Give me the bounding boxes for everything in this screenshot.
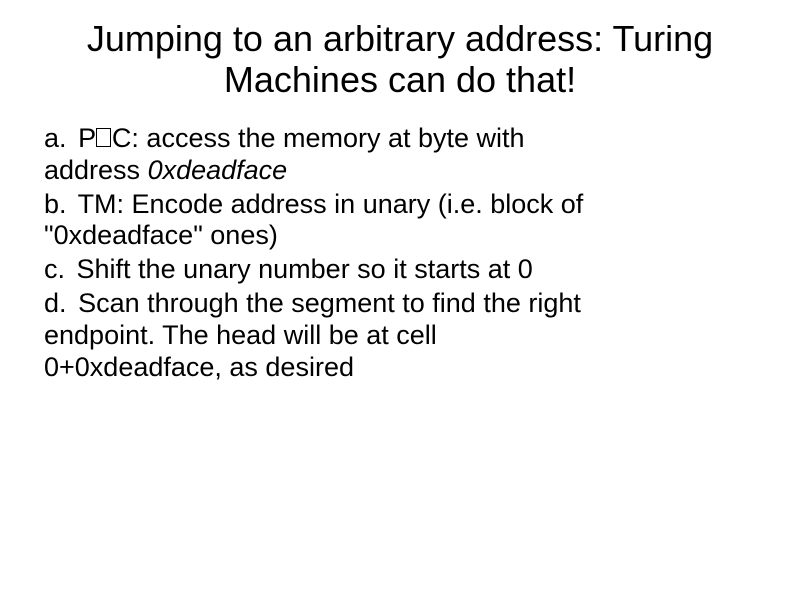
slide-body: P C: access the memory at byte with addre… (24, 123, 776, 386)
slide-title: Jumping to an arbitrary address: Turing … (24, 18, 776, 101)
ordered-list: P C: access the memory at byte with addre… (24, 123, 776, 386)
text-fragment: C: access the memory at byte with (112, 123, 525, 153)
slide: Jumping to an arbitrary address: Turing … (0, 0, 800, 600)
list-item: TM: Encode address in unary (i.e. block … (44, 189, 776, 255)
list-item-text: TM: Encode address in unary (i.e. block … (78, 189, 584, 219)
list-item-text: "0xdeadface" ones) (44, 220, 776, 252)
list-item: Shift the unary number so it starts at 0 (44, 254, 776, 288)
list-item-text: P C: access the memory at byte with (78, 123, 525, 153)
list-item: Scan through the segment to find the rig… (44, 288, 776, 386)
list-item-text: address 0xdeadface (44, 155, 776, 187)
list-item-text: 0+0xdeadface, as desired (44, 352, 776, 384)
list-item-text: Shift the unary number so it starts at 0 (77, 254, 533, 284)
list-item: P C: access the memory at byte with addre… (44, 123, 776, 189)
text-fragment: address (44, 155, 148, 185)
missing-glyph-icon (96, 128, 111, 147)
list-item-text: endpoint. The head will be at cell (44, 320, 776, 352)
italic-text: 0xdeadface (148, 155, 288, 185)
text-fragment: P (78, 123, 96, 153)
list-item-text: Scan through the segment to find the rig… (78, 288, 581, 318)
